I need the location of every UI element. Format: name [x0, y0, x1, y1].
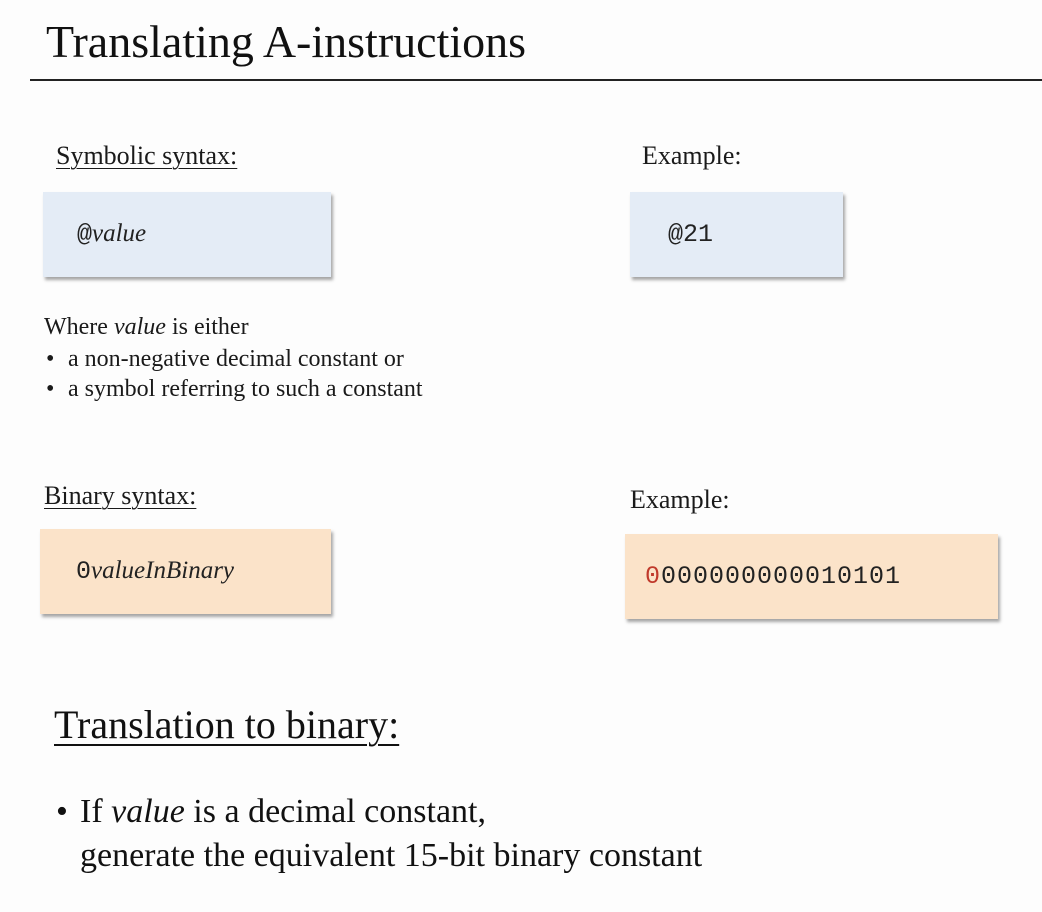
- symbolic-example-text: @21: [668, 220, 714, 249]
- binary-example-label: Example:: [630, 485, 730, 514]
- binary-example-text: 0000000000010101: [645, 562, 901, 591]
- symbolic-syntax-label: Symbolic syntax:: [56, 141, 238, 170]
- binary-syntax-label: Binary syntax:: [44, 481, 197, 510]
- list-item: a non-negative decimal constant or: [44, 344, 423, 374]
- title-divider: [30, 79, 1042, 81]
- list-item: a symbol referring to such a constant: [44, 374, 423, 404]
- binary-syntax-box: 0valueInBinary: [40, 529, 331, 614]
- translation-bullet-line2: generate the equivalent 15-bit binary co…: [80, 837, 703, 874]
- value-description-intro: Where value is either: [44, 314, 249, 340]
- translation-bullet: • If value is a decimal constant, generat…: [56, 790, 702, 878]
- translation-heading: Translation to binary:: [54, 702, 400, 747]
- symbolic-example-label: Example:: [642, 141, 742, 170]
- binary-example-rest: 000000000010101: [661, 562, 902, 591]
- symbolic-syntax-text: @value: [77, 220, 147, 249]
- slide-title: Translating A-instructions: [46, 16, 527, 67]
- symbolic-syntax-box: @value: [43, 192, 331, 277]
- value-description-list: a non-negative decimal constant or a sym…: [44, 344, 423, 404]
- value-description: Where value is either a non-negative dec…: [44, 312, 423, 404]
- symbolic-example-box: @21: [630, 192, 843, 277]
- binary-syntax-text: 0valueInBinary: [76, 557, 235, 586]
- slide: Translating A-instructions Symbolic synt…: [0, 0, 1042, 912]
- binary-example-box: 0000000000010101: [625, 534, 998, 619]
- binary-example-first-bit: 0: [645, 562, 662, 591]
